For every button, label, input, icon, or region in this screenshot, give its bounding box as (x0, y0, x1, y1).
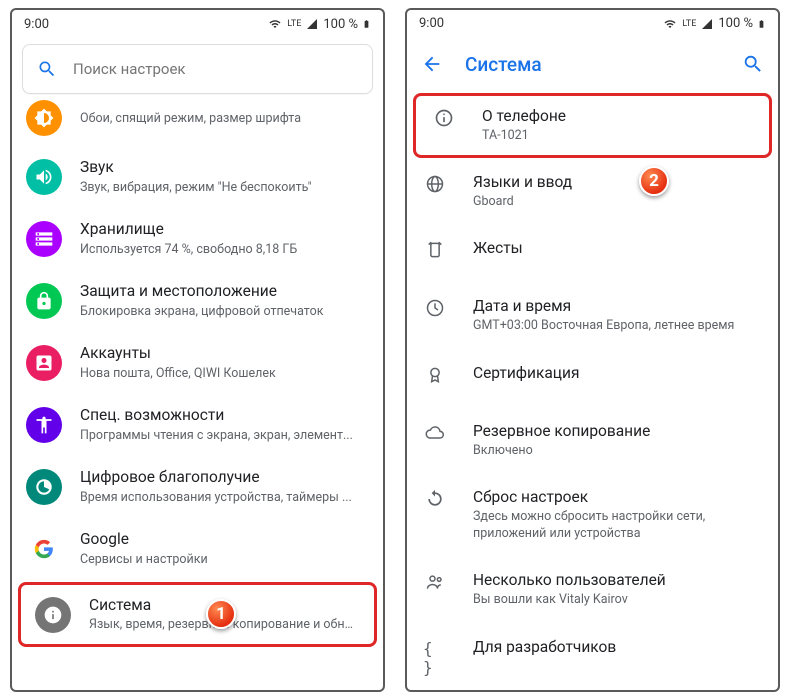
row-sub: Блокировка экрана, цифровой отпечаток (80, 304, 371, 321)
lock-icon (34, 291, 54, 311)
row-title: Спец. возможности (80, 405, 371, 425)
row-sub: Звук, вибрация, режим "Не беспокоить" (80, 180, 371, 197)
status-time: 9:00 (24, 17, 49, 32)
status-right: LTE 100 % (662, 16, 766, 31)
row-title: Сертификация (473, 363, 762, 383)
row-title: Google (80, 529, 371, 549)
row-sub: Обои, спящий режим, размер шрифта (80, 111, 371, 128)
row-sub: Gboard (473, 194, 762, 211)
system-item-developer[interactable]: { } Для разработчиков (407, 623, 778, 690)
google-icon (34, 539, 54, 559)
row-title: Сброс настроек (473, 487, 762, 507)
cloud-icon (425, 423, 445, 443)
row-title: Несколько пользователей (473, 570, 762, 590)
award-icon (425, 365, 445, 385)
braces-icon: { } (423, 639, 447, 677)
wifi-icon (267, 18, 283, 30)
row-sub: Вы вошли как Vitaly Kairov (473, 592, 762, 609)
settings-item-google[interactable]: Google Сервисы и настройки (12, 518, 383, 580)
status-bar: 9:00 LTE 100 % (12, 10, 383, 38)
status-right: LTE 100 % (267, 17, 371, 32)
row-title: Жесты (473, 238, 762, 258)
system-item-about[interactable]: О телефоне TA-1021 (416, 96, 769, 155)
accessibility-icon (34, 415, 54, 435)
gestures-icon (425, 240, 445, 260)
row-sub: Включено (473, 443, 762, 460)
row-sub: Сервисы и настройки (80, 552, 371, 569)
system-item-certification[interactable]: Сертификация (407, 349, 778, 407)
row-title: О телефоне (482, 106, 753, 126)
row-sub: GMT+03:00 Восточная Европа, летнее время (473, 318, 762, 335)
settings-item-accessibility[interactable]: Спец. возможности Программы чтения с экра… (12, 394, 383, 456)
phone-right-system: 9:00 LTE 100 % Система О телефоне TA-1021… (405, 8, 780, 692)
row-title: Звук (80, 157, 371, 177)
globe-icon (425, 174, 445, 194)
row-sub: Здесь можно сбросить настройки сети, при… (473, 509, 762, 543)
badge-2: 2 (639, 166, 669, 196)
settings-item-storage[interactable]: Хранилище Используется 74 %, свободно 8,1… (12, 208, 383, 270)
row-title: Хранилище (80, 219, 371, 239)
system-item-reset[interactable]: Сброс настроекЗдесь можно сбросить настр… (407, 473, 778, 556)
search-icon[interactable] (742, 53, 764, 75)
settings-item-display[interactable]: Обои, спящий режим, размер шрифта (12, 98, 383, 146)
settings-item-wellbeing[interactable]: Цифровое благополучие Время использования… (12, 456, 383, 518)
settings-list: Обои, спящий режим, размер шрифта ЗвукЗв… (12, 98, 383, 690)
system-item-gestures[interactable]: Жесты (407, 224, 778, 282)
clock-icon (425, 298, 445, 318)
display-icon (34, 108, 54, 128)
phone-left-settings: 9:00 LTE 100 % Поиск настроек Обои, спящ… (10, 8, 385, 692)
status-net: LTE (682, 19, 696, 29)
signal-icon (305, 18, 319, 30)
row-title: Аккаунты (80, 343, 371, 363)
system-item-languages[interactable]: Языки и ввод Gboard (407, 158, 778, 224)
status-time: 9:00 (419, 16, 444, 31)
settings-item-system[interactable]: СистемаЯзык, время, резервное копировани… (21, 585, 372, 644)
status-battery: 100 % (718, 16, 753, 31)
row-title: Языки и ввод (473, 172, 762, 192)
status-net: LTE (287, 19, 301, 29)
settings-item-security[interactable]: Защита и местоположение Блокировка экрана… (12, 270, 383, 332)
status-battery: 100 % (323, 17, 358, 32)
sound-icon (34, 167, 54, 187)
row-sub: Нова пошта, Office, QIWI Кошелек (80, 366, 371, 383)
row-title: Резервное копирование (473, 421, 762, 441)
search-placeholder: Поиск настроек (73, 60, 186, 78)
status-bar: 9:00 LTE 100 % (407, 10, 778, 38)
wifi-icon (662, 18, 678, 30)
badge-1: 1 (206, 599, 236, 629)
highlight-system: СистемаЯзык, время, резервное копировани… (18, 582, 377, 647)
row-sub: Программы чтения с экрана, экран, элемен… (80, 428, 371, 445)
reset-icon (425, 489, 445, 509)
row-title: Защита и местоположение (80, 281, 371, 301)
battery-icon (757, 17, 766, 31)
search-input[interactable]: Поиск настроек (22, 44, 373, 94)
wellbeing-icon (34, 477, 54, 497)
storage-icon (34, 229, 54, 249)
app-bar: Система (407, 38, 778, 91)
row-title: Дата и время (473, 296, 762, 316)
battery-icon (362, 17, 371, 31)
app-bar-title: Система (465, 53, 720, 76)
highlight-about-phone: О телефоне TA-1021 (413, 93, 772, 158)
info-icon (43, 605, 63, 625)
back-icon[interactable] (421, 53, 443, 75)
row-sub: TA-1021 (482, 128, 753, 145)
row-title: Цифровое благополучие (80, 467, 371, 487)
settings-item-sound[interactable]: Звук Звук, вибрация, режим "Не беспокоить… (12, 146, 383, 208)
settings-item-accounts[interactable]: Аккаунты Нова пошта, Office, QIWI Кошелек (12, 332, 383, 394)
accounts-icon (34, 353, 54, 373)
row-title: Для разработчиков (473, 637, 762, 657)
search-icon (37, 59, 57, 79)
system-item-backup[interactable]: Резервное копирование Включено (407, 407, 778, 473)
row-sub: Используется 74 %, свободно 8,18 ГБ (80, 242, 371, 259)
signal-icon (700, 18, 714, 30)
system-item-users[interactable]: Несколько пользователей Вы вошли как Vita… (407, 556, 778, 622)
info-outline-icon (434, 108, 454, 128)
users-icon (425, 572, 445, 592)
row-sub: Время использования устройства, таймеры … (80, 490, 371, 507)
system-item-datetime[interactable]: Дата и время GMT+03:00 Восточная Европа, … (407, 282, 778, 348)
